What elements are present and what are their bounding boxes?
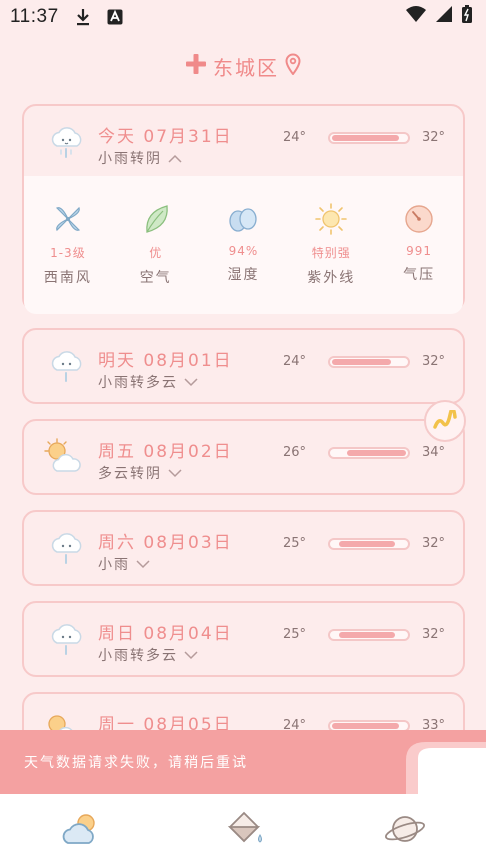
- detail-label: 气压: [403, 267, 436, 283]
- temp-max: 32°: [422, 536, 446, 551]
- tab-almanac[interactable]: [162, 794, 324, 864]
- detail-humidity: 94% 湿度: [200, 176, 288, 314]
- temp-min: 24°: [283, 130, 307, 145]
- chevron-down-icon[interactable]: [168, 468, 182, 478]
- add-icon[interactable]: [185, 53, 207, 80]
- detail-value: 特别强: [311, 246, 351, 260]
- signal-icon: [436, 6, 452, 28]
- temp-range-bar: [328, 132, 410, 144]
- detail-value: 94%: [228, 244, 259, 258]
- temp-range-bar: [328, 447, 410, 459]
- status-time: 11:37: [10, 6, 59, 27]
- location-name: 东城区: [213, 56, 279, 80]
- wifi-icon: [406, 6, 426, 28]
- today-card-header[interactable]: 今天 07月31日 小雨转阴 24° 32°: [24, 106, 463, 176]
- paint-bucket-icon: [227, 811, 262, 843]
- detail-label: 紫外线: [307, 270, 356, 286]
- chevron-down-icon[interactable]: [184, 377, 198, 387]
- forecast-card[interactable]: 明天 08月01日 小雨转多云 24° 32°: [22, 328, 465, 404]
- detail-value: 991: [406, 244, 433, 258]
- trend-button[interactable]: [424, 400, 466, 442]
- detail-air: 优 空气: [112, 176, 200, 314]
- sun-icon: [315, 203, 348, 235]
- day-desc: 小雨转阴: [98, 151, 162, 167]
- temp-range-bar: [328, 629, 410, 641]
- temp-range-fill: [346, 450, 406, 456]
- location-header[interactable]: 东城区: [0, 52, 486, 81]
- light-rain-icon: [51, 533, 82, 564]
- a-badge-icon: [107, 9, 123, 25]
- temp-range-fill: [332, 135, 399, 141]
- detail-wind: 1-3级 西南风: [24, 176, 112, 314]
- detail-pressure: 991 气压: [375, 176, 463, 314]
- today-card[interactable]: 今天 07月31日 小雨转阴 24° 32° 1-3级 西南风 优 空气 94%…: [22, 104, 465, 314]
- detail-label: 湿度: [227, 267, 260, 283]
- forecast-card[interactable]: 周五 08月02日 多云转阴 26° 34°: [22, 419, 465, 495]
- day-desc: 小雨转多云: [98, 648, 178, 664]
- day-desc: 多云转阴: [98, 466, 162, 482]
- day-title: 明天 08月01日: [98, 351, 233, 371]
- light-rain-icon: [51, 127, 82, 158]
- detail-label: 空气: [139, 270, 172, 286]
- chevron-down-icon[interactable]: [184, 650, 198, 660]
- windmill-icon: [55, 206, 80, 232]
- day-title: 周六 08月03日: [98, 533, 233, 553]
- location-pin-icon[interactable]: [285, 53, 301, 80]
- toast-message: 天气数据请求失败，请稍后重试: [24, 755, 248, 771]
- temp-min: 25°: [283, 627, 307, 642]
- detail-label: 西南风: [43, 270, 92, 286]
- temp-range-fill: [332, 723, 399, 729]
- forecast-card[interactable]: 周六 08月03日 小雨 25° 32°: [22, 510, 465, 586]
- temp-max: 32°: [422, 130, 446, 145]
- temp-max: 32°: [422, 627, 446, 642]
- cloud-sun-icon: [62, 814, 95, 844]
- battery-icon: [462, 5, 472, 29]
- planet-icon: [384, 816, 426, 842]
- droplets-icon: [229, 208, 258, 232]
- error-toast: 天气数据请求失败，请稍后重试: [0, 730, 486, 794]
- light-rain-icon: [51, 624, 82, 655]
- temp-max: 32°: [422, 354, 446, 369]
- status-bar: 11:37: [0, 0, 486, 34]
- day-desc: 小雨: [98, 557, 130, 573]
- temp-min: 26°: [283, 445, 307, 460]
- temp-range-fill: [332, 359, 392, 365]
- temp-range-fill: [339, 541, 395, 547]
- sun-cloud-icon: [44, 438, 81, 472]
- toast-decoration: [406, 742, 486, 794]
- today-details: 1-3级 西南风 优 空气 94% 湿度 特别强 紫外线 991 气压: [24, 176, 463, 314]
- light-rain-icon: [51, 351, 82, 382]
- day-title: 周五 08月02日: [98, 442, 233, 462]
- chevron-down-icon[interactable]: [136, 559, 150, 569]
- bottom-tab-bar: [0, 794, 486, 864]
- day-title: 周日 08月04日: [98, 624, 233, 644]
- temp-range-bar: [328, 356, 410, 368]
- tab-planet[interactable]: [324, 794, 486, 864]
- gauge-icon: [405, 205, 433, 233]
- chevron-up-icon[interactable]: [168, 154, 182, 163]
- day-title: 今天 07月31日: [98, 127, 233, 147]
- detail-value: 1-3级: [50, 246, 86, 260]
- tab-weather[interactable]: [0, 794, 162, 864]
- trend-chart-icon: [433, 410, 457, 429]
- detail-uv: 特别强 紫外线: [287, 176, 375, 314]
- temp-min: 25°: [283, 536, 307, 551]
- temp-min: 24°: [283, 354, 307, 369]
- download-icon: [75, 8, 91, 26]
- leaf-icon: [145, 205, 168, 233]
- day-desc: 小雨转多云: [98, 375, 178, 391]
- temp-range-bar: [328, 538, 410, 550]
- detail-value: 优: [149, 246, 163, 260]
- temp-max: 34°: [422, 445, 446, 460]
- temp-range-fill: [339, 632, 395, 638]
- forecast-card[interactable]: 周日 08月04日 小雨转多云 25° 32°: [22, 601, 465, 677]
